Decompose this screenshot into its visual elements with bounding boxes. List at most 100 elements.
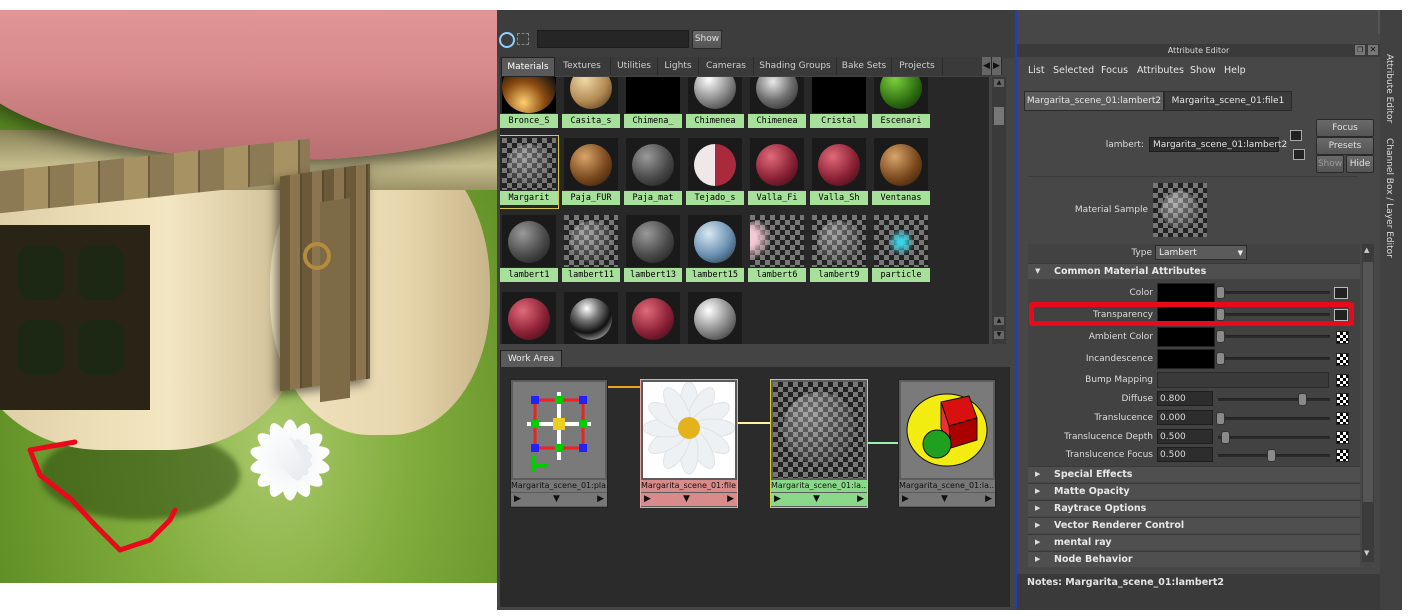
tab-utilities[interactable]: Utilities bbox=[611, 57, 658, 75]
bump-mapping-field[interactable] bbox=[1157, 372, 1329, 388]
tab-shading-groups[interactable]: Shading Groups bbox=[754, 57, 837, 75]
material-swatch[interactable]: Bronce_S bbox=[500, 77, 558, 131]
material-swatch[interactable]: lambert11 bbox=[562, 213, 620, 285]
bump-map-icon[interactable] bbox=[1336, 374, 1349, 387]
section-common-material-attributes[interactable]: ▼ Common Material Attributes bbox=[1028, 263, 1360, 279]
material-swatch[interactable]: lambert9 bbox=[810, 213, 868, 285]
color-connected-icon[interactable] bbox=[1334, 287, 1348, 299]
shading-node-sg[interactable]: Margarita_scene_01:la... ▶ ▼ ▶ bbox=[898, 379, 996, 508]
expand-node-icon[interactable]: ▼ bbox=[813, 493, 820, 506]
input-port-icon[interactable]: ▶ bbox=[902, 493, 909, 506]
material-swatch[interactable]: Paja_FUR bbox=[562, 136, 620, 208]
graph-icon[interactable] bbox=[499, 32, 515, 48]
material-swatch-grid[interactable]: Bronce_S Casita_s Chimena_ Chimenea Chimenea… bbox=[500, 77, 989, 344]
tab-lambert2[interactable]: Margarita_scene_01:lambert2 bbox=[1024, 91, 1164, 111]
scroll-down-icon[interactable]: ▼ bbox=[994, 331, 1004, 339]
translucence-field[interactable]: 0.000 bbox=[1157, 410, 1213, 425]
chevron-left-icon[interactable]: ◀ bbox=[982, 57, 992, 75]
translucence-focus-slider-knob[interactable] bbox=[1267, 449, 1276, 462]
translucence-slider-knob[interactable] bbox=[1216, 412, 1225, 425]
material-swatch[interactable]: Casita_s bbox=[562, 77, 620, 131]
translucence-depth-slider[interactable] bbox=[1218, 436, 1330, 439]
material-swatch[interactable]: Margarit bbox=[500, 135, 559, 209]
incandescence-slider[interactable] bbox=[1218, 357, 1330, 360]
work-area-graph[interactable]: Margarita_scene_01:pla... ▶ ▼ ▶ Margarita_sc… bbox=[500, 367, 1010, 607]
section-mental-ray[interactable]: ▶ mental ray bbox=[1028, 534, 1360, 550]
shading-node-lambert[interactable]: Margarita_scene_01:la... ▶ ▼ ▶ bbox=[770, 379, 868, 508]
diffuse-field[interactable]: 0.800 bbox=[1157, 391, 1213, 406]
color-slider-knob[interactable] bbox=[1216, 286, 1225, 299]
render-viewport[interactable] bbox=[0, 10, 497, 583]
node-port-bar[interactable]: ▶ ▼ ▶ bbox=[899, 493, 995, 506]
material-swatch[interactable]: lambert6 bbox=[748, 213, 806, 285]
material-swatch[interactable]: Valla_Fi bbox=[748, 136, 806, 208]
output-port-icon[interactable]: ▶ bbox=[985, 493, 992, 506]
chevron-right-icon[interactable]: ▶ bbox=[992, 57, 1002, 75]
section-matte-opacity[interactable]: ▶ Matte Opacity bbox=[1028, 483, 1360, 499]
section-node-behavior[interactable]: ▶ Node Behavior bbox=[1028, 551, 1360, 567]
material-swatch[interactable] bbox=[624, 290, 682, 344]
expand-node-icon[interactable]: ▼ bbox=[941, 493, 948, 506]
ambient-map-icon[interactable] bbox=[1336, 331, 1349, 344]
diffuse-slider-knob[interactable] bbox=[1298, 393, 1307, 406]
swatch-scrollbar[interactable]: ▲ ▲ ▼ bbox=[992, 77, 1006, 344]
menu-focus[interactable]: Focus bbox=[1101, 65, 1128, 76]
input-connection-icon[interactable] bbox=[1290, 130, 1302, 141]
menu-show[interactable]: Show bbox=[1190, 65, 1216, 76]
presets-button[interactable]: Presets bbox=[1316, 137, 1374, 155]
material-swatch[interactable]: lambert1 bbox=[500, 213, 558, 285]
material-swatch[interactable] bbox=[686, 290, 744, 344]
ambient-slider-knob[interactable] bbox=[1216, 330, 1225, 343]
float-window-icon[interactable]: ❐ bbox=[1355, 45, 1365, 55]
attribute-scroll-thumb[interactable] bbox=[1363, 262, 1373, 502]
material-swatch[interactable]: Escenari bbox=[872, 77, 930, 131]
translucence-depth-map-icon[interactable] bbox=[1336, 431, 1349, 444]
shading-node-place2d[interactable]: Margarita_scene_01:pla... ▶ ▼ ▶ bbox=[510, 379, 608, 508]
input-port-icon[interactable]: ▶ bbox=[644, 493, 651, 506]
material-swatch[interactable]: Paja_mat bbox=[624, 136, 682, 208]
incandescence-map-icon[interactable] bbox=[1336, 353, 1349, 366]
input-port-icon[interactable]: ▶ bbox=[514, 493, 521, 506]
notes-area[interactable]: Notes: Margarita_scene_01:lambert2 bbox=[1017, 574, 1380, 610]
output-port-icon[interactable]: ▶ bbox=[857, 493, 864, 506]
incandescence-slider-knob[interactable] bbox=[1216, 352, 1225, 365]
node-port-bar[interactable]: ▶ ▼ ▶ bbox=[641, 493, 737, 506]
menu-list[interactable]: List bbox=[1028, 65, 1045, 76]
node-name-field[interactable]: Margarita_scene_01:lambert2 bbox=[1149, 137, 1287, 152]
material-swatch[interactable]: Cristal bbox=[810, 77, 868, 131]
section-special-effects[interactable]: ▶ Special Effects bbox=[1028, 466, 1360, 482]
translucence-map-icon[interactable] bbox=[1336, 412, 1349, 425]
expand-node-icon[interactable]: ▼ bbox=[553, 493, 560, 506]
material-swatch[interactable] bbox=[562, 290, 620, 344]
expand-node-icon[interactable]: ▼ bbox=[683, 493, 690, 506]
diffuse-slider[interactable] bbox=[1218, 398, 1330, 401]
focus-button[interactable]: Focus bbox=[1316, 119, 1374, 137]
output-connection-icon[interactable] bbox=[1293, 149, 1305, 160]
translucence-slider[interactable] bbox=[1218, 417, 1330, 420]
color-swatch[interactable] bbox=[1157, 283, 1215, 303]
menu-help[interactable]: Help bbox=[1224, 65, 1246, 76]
translucence-focus-field[interactable]: 0.500 bbox=[1157, 447, 1213, 462]
tab-file1[interactable]: Margarita_scene_01:file1 bbox=[1164, 91, 1292, 111]
type-dropdown[interactable]: Lambert ▼ bbox=[1155, 245, 1247, 260]
show-attr-button[interactable]: Show bbox=[1316, 155, 1344, 173]
material-swatch[interactable]: Chimena_ bbox=[624, 77, 682, 131]
tab-textures[interactable]: Textures bbox=[554, 57, 611, 75]
menu-selected[interactable]: Selected bbox=[1053, 65, 1094, 76]
material-swatch[interactable]: Chimenea bbox=[748, 77, 806, 131]
material-swatch[interactable]: Valla_Sh bbox=[810, 136, 868, 208]
ambient-color-slider[interactable] bbox=[1218, 335, 1330, 338]
section-raytrace-options[interactable]: ▶ Raytrace Options bbox=[1028, 500, 1360, 516]
shading-node-file[interactable]: Margarita_scene_01:file1 ▶ ▼ ▶ bbox=[640, 379, 738, 508]
tab-lights[interactable]: Lights bbox=[658, 57, 699, 75]
selection-icon[interactable] bbox=[517, 33, 529, 45]
tab-bake-sets[interactable]: Bake Sets bbox=[837, 57, 892, 75]
material-swatch[interactable]: lambert13 bbox=[624, 213, 682, 285]
search-input[interactable] bbox=[537, 30, 689, 48]
input-port-icon[interactable]: ▶ bbox=[774, 493, 781, 506]
material-swatch[interactable]: Tejado_s bbox=[686, 136, 744, 208]
tab-materials[interactable]: Materials bbox=[501, 57, 555, 77]
material-swatch[interactable]: Ventanas bbox=[872, 136, 930, 208]
side-tab-attribute-editor[interactable]: Attribute Editor bbox=[1384, 54, 1394, 123]
close-icon[interactable]: ✕ bbox=[1368, 45, 1378, 55]
